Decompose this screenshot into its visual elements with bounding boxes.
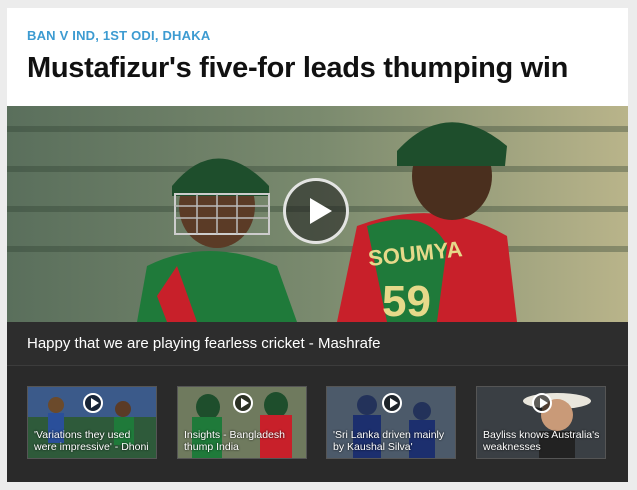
play-icon[interactable] (83, 393, 103, 413)
play-icon[interactable] (233, 393, 253, 413)
video-thumb-1[interactable]: 'Variations they used were impressive' -… (27, 386, 157, 459)
story-headline[interactable]: Mustafizur's five-for leads thumping win (27, 52, 568, 85)
video-title[interactable]: Insights - Bangladesh thump India (184, 429, 302, 453)
story-card: BAN V IND, 1ST ODI, DHAKA Mustafizur's f… (7, 8, 628, 482)
video-title[interactable]: Bayliss knows Australia's weaknesses (483, 429, 601, 453)
related-videos: 'Variations they used were impressive' -… (7, 366, 628, 482)
video-thumb-4[interactable]: Bayliss knows Australia's weaknesses (476, 386, 606, 459)
hero-video[interactable]: SOUMYA 59 (7, 106, 628, 322)
video-thumb-2[interactable]: Insights - Bangladesh thump India (177, 386, 307, 459)
hero-caption[interactable]: Happy that we are playing fearless crick… (7, 322, 628, 365)
play-icon[interactable] (382, 393, 402, 413)
match-kicker[interactable]: BAN V IND, 1ST ODI, DHAKA (27, 28, 210, 43)
hero-caption-text[interactable]: Happy that we are playing fearless crick… (27, 335, 381, 352)
play-icon[interactable] (283, 178, 349, 244)
play-icon[interactable] (532, 393, 552, 413)
video-thumb-3[interactable]: 'Sri Lanka driven mainly by Kaushal Silv… (326, 386, 456, 459)
jersey-number: 59 (382, 277, 431, 322)
video-title[interactable]: 'Variations they used were impressive' -… (34, 429, 152, 453)
video-title[interactable]: 'Sri Lanka driven mainly by Kaushal Silv… (333, 429, 451, 453)
story-header: BAN V IND, 1ST ODI, DHAKA Mustafizur's f… (7, 8, 628, 106)
